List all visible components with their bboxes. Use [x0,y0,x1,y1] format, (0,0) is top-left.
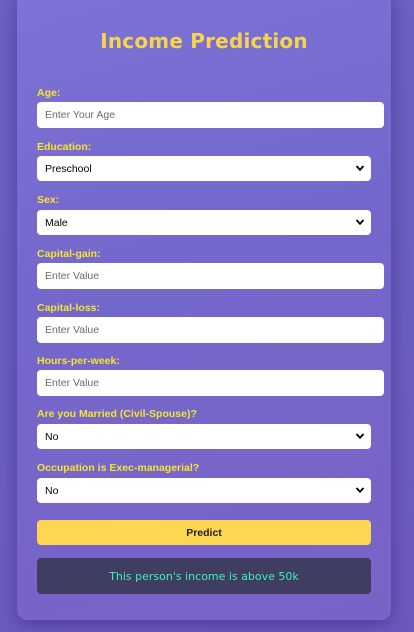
exec-managerial-select[interactable]: No [37,478,371,503]
capital-gain-input[interactable] [37,263,384,289]
predict-button[interactable]: Predict [37,520,371,545]
married-selected-value: No [45,430,59,443]
married-select[interactable]: No [37,424,371,449]
capital-gain-label: Capital-gain: [37,248,101,260]
chevron-down-icon [355,487,365,494]
hours-per-week-input[interactable] [37,370,384,396]
page-title: Income Prediction [100,29,308,53]
capital-loss-label: Capital-loss: [37,302,101,314]
exec-managerial-label: Occupation is Exec-managerial? [37,462,200,474]
age-label: Age: [37,87,61,99]
married-label: Are you Married (Civil-Spouse)? [37,408,197,420]
capital-loss-input[interactable] [37,317,384,343]
chevron-down-icon [355,219,365,226]
sex-label: Sex: [37,194,60,206]
age-input[interactable] [37,102,384,128]
education-label: Education: [37,141,92,153]
sex-select[interactable]: Male [37,210,371,235]
education-select[interactable]: Preschool [37,156,371,181]
sex-selected-value: Male [45,216,68,229]
chevron-down-icon [355,165,365,172]
exec-managerial-selected-value: No [45,484,59,497]
hours-per-week-label: Hours-per-week: [37,355,120,367]
education-selected-value: Preschool [45,162,92,175]
prediction-result: This person's income is above 50k [37,558,371,594]
chevron-down-icon [355,433,365,440]
